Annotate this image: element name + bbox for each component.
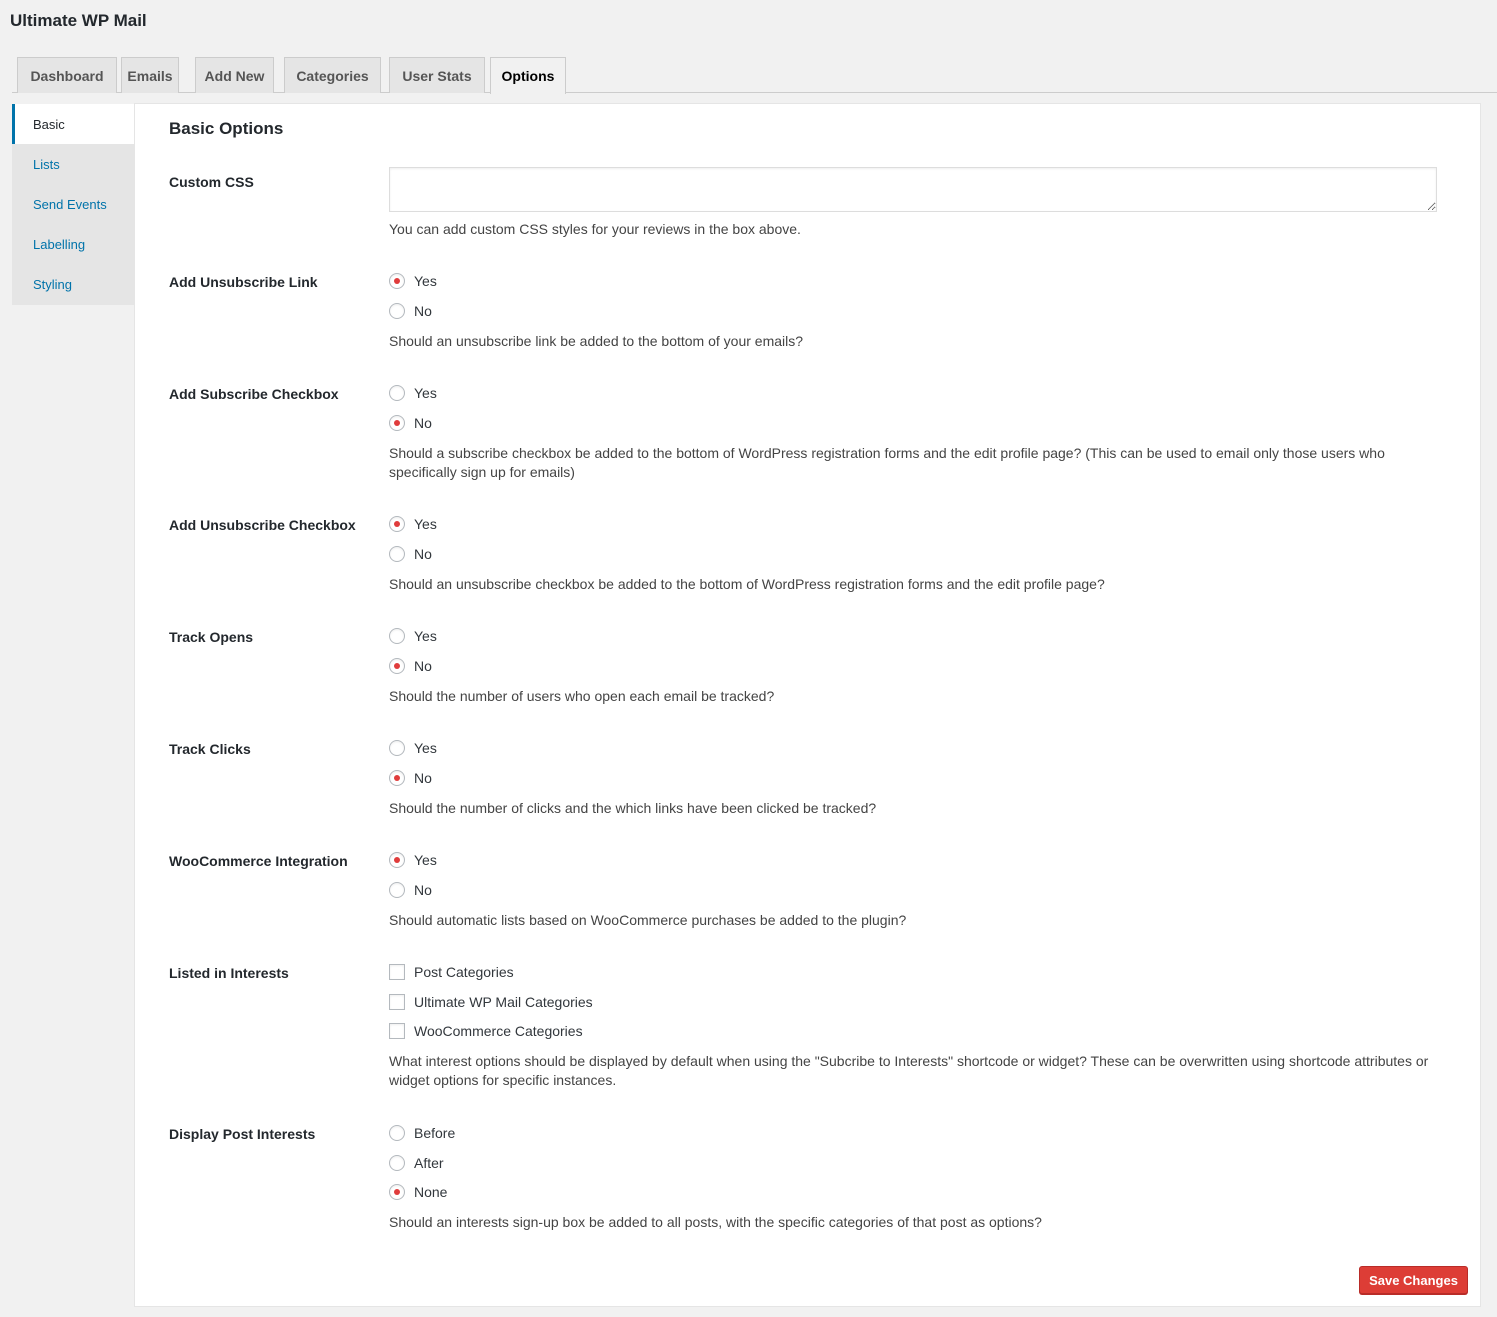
- post-interests-before-radio[interactable]: Before: [389, 1123, 455, 1143]
- radio-label: Yes: [414, 628, 437, 644]
- unsubscribe-link-label: Add Unsubscribe Link: [169, 274, 318, 290]
- track-opens-label: Track Opens: [169, 629, 254, 645]
- radio-label: Before: [414, 1125, 456, 1141]
- track-clicks-no-radio[interactable]: No: [389, 768, 432, 788]
- post-interests-after-radio[interactable]: After: [389, 1153, 444, 1173]
- post-interests-none-radio[interactable]: None: [389, 1182, 447, 1202]
- radio-checked-icon[interactable]: [389, 273, 405, 289]
- custom-css-textarea[interactable]: [389, 167, 1437, 212]
- radio-unchecked-icon[interactable]: [389, 1155, 405, 1171]
- woocommerce-no-radio[interactable]: No: [389, 880, 432, 900]
- tab-add-new[interactable]: Add New: [195, 57, 274, 93]
- checkbox-label: WooCommerce Categories: [414, 1023, 583, 1039]
- tab-dashboard[interactable]: Dashboard: [17, 57, 117, 93]
- unsubscribe-checkbox-description: Should an unsubscribe checkbox be added …: [389, 576, 1105, 592]
- checkbox-label: Post Categories: [414, 964, 514, 980]
- radio-label: Yes: [414, 273, 437, 289]
- radio-label: No: [414, 415, 432, 431]
- unsubscribe-link-description: Should an unsubscribe link be added to t…: [389, 333, 804, 349]
- radio-checked-icon[interactable]: [389, 852, 405, 868]
- tab-user-stats[interactable]: User Stats: [389, 57, 485, 93]
- tab-categories[interactable]: Categories: [284, 57, 381, 93]
- track-clicks-label: Track Clicks: [169, 741, 251, 757]
- sidebar-item-styling[interactable]: Styling: [12, 264, 134, 304]
- checkbox-unchecked-icon[interactable]: [389, 1023, 405, 1039]
- radio-label: Yes: [414, 852, 437, 868]
- radio-checked-icon[interactable]: [389, 1184, 405, 1200]
- woocommerce-description: Should automatic lists based on WooComme…: [389, 912, 907, 928]
- radio-checked-icon[interactable]: [389, 770, 405, 786]
- interests-description: What interest options should be displaye…: [389, 1053, 1429, 1088]
- subscribe-checkbox-label: Add Subscribe Checkbox: [169, 386, 339, 402]
- radio-checked-icon[interactable]: [389, 415, 405, 431]
- checkbox-unchecked-icon[interactable]: [389, 964, 405, 980]
- options-panel: Basic Options Custom CSS You can add cus…: [134, 103, 1481, 1307]
- sidebar-item-send-events[interactable]: Send Events: [12, 184, 134, 224]
- panel-title: Basic Options: [169, 119, 284, 138]
- subscribe-checkbox-yes-radio[interactable]: Yes: [389, 383, 437, 403]
- sidebar-item-lists[interactable]: Lists: [12, 144, 134, 184]
- interests-woocommerce-categories-checkbox[interactable]: WooCommerce Categories: [389, 1021, 583, 1041]
- track-opens-yes-radio[interactable]: Yes: [389, 626, 437, 646]
- post-interests-description: Should an interests sign-up box be added…: [389, 1214, 1042, 1230]
- radio-label: No: [414, 546, 432, 562]
- unsubscribe-link-no-radio[interactable]: No: [389, 301, 432, 321]
- app-title: Ultimate WP Mail: [10, 11, 147, 30]
- checkbox-unchecked-icon[interactable]: [389, 994, 405, 1010]
- subscribe-checkbox-no-radio[interactable]: No: [389, 413, 432, 433]
- radio-label: No: [414, 882, 432, 898]
- unsubscribe-checkbox-yes-radio[interactable]: Yes: [389, 514, 437, 534]
- radio-unchecked-icon[interactable]: [389, 628, 405, 644]
- radio-unchecked-icon[interactable]: [389, 303, 405, 319]
- track-clicks-description: Should the number of clicks and the whic…: [389, 800, 877, 816]
- custom-css-description: You can add custom CSS styles for your r…: [389, 221, 801, 237]
- post-interests-label: Display Post Interests: [169, 1126, 316, 1142]
- radio-label: No: [414, 658, 432, 674]
- options-sidebar: Basic Lists Send Events Labelling Stylin…: [12, 104, 134, 305]
- track-opens-no-radio[interactable]: No: [389, 656, 432, 676]
- woocommerce-yes-radio[interactable]: Yes: [389, 850, 437, 870]
- custom-css-label: Custom CSS: [169, 174, 254, 190]
- interests-label: Listed in Interests: [169, 965, 289, 981]
- radio-label: Yes: [414, 516, 437, 532]
- radio-label: No: [414, 770, 432, 786]
- subscribe-checkbox-description: Should a subscribe checkbox be added to …: [389, 445, 1385, 480]
- track-clicks-yes-radio[interactable]: Yes: [389, 738, 437, 758]
- radio-label: None: [414, 1184, 448, 1200]
- radio-checked-icon[interactable]: [389, 516, 405, 532]
- radio-unchecked-icon[interactable]: [389, 385, 405, 401]
- radio-label: After: [414, 1155, 444, 1171]
- unsubscribe-checkbox-no-radio[interactable]: No: [389, 544, 432, 564]
- tab-emails[interactable]: Emails: [121, 57, 179, 93]
- radio-unchecked-icon[interactable]: [389, 740, 405, 756]
- track-opens-description: Should the number of users who open each…: [389, 688, 775, 704]
- unsubscribe-checkbox-label: Add Unsubscribe Checkbox: [169, 517, 356, 533]
- radio-label: Yes: [414, 740, 437, 756]
- sidebar-item-labelling[interactable]: Labelling: [12, 224, 134, 264]
- save-changes-button[interactable]: Save Changes: [1359, 1266, 1468, 1294]
- radio-unchecked-icon[interactable]: [389, 1125, 405, 1141]
- radio-unchecked-icon[interactable]: [389, 882, 405, 898]
- radio-unchecked-icon[interactable]: [389, 546, 405, 562]
- radio-label: Yes: [414, 385, 437, 401]
- checkbox-label: Ultimate WP Mail Categories: [414, 994, 593, 1010]
- radio-checked-icon[interactable]: [389, 658, 405, 674]
- tab-bar: Dashboard Emails Add New Categories User…: [12, 57, 1497, 94]
- unsubscribe-link-yes-radio[interactable]: Yes: [389, 271, 437, 291]
- sidebar-item-basic[interactable]: Basic: [12, 104, 134, 144]
- tab-options[interactable]: Options: [490, 57, 566, 94]
- woocommerce-label: WooCommerce Integration: [169, 853, 348, 869]
- interests-uwpm-categories-checkbox[interactable]: Ultimate WP Mail Categories: [389, 992, 593, 1012]
- radio-label: No: [414, 303, 432, 319]
- interests-post-categories-checkbox[interactable]: Post Categories: [389, 962, 514, 982]
